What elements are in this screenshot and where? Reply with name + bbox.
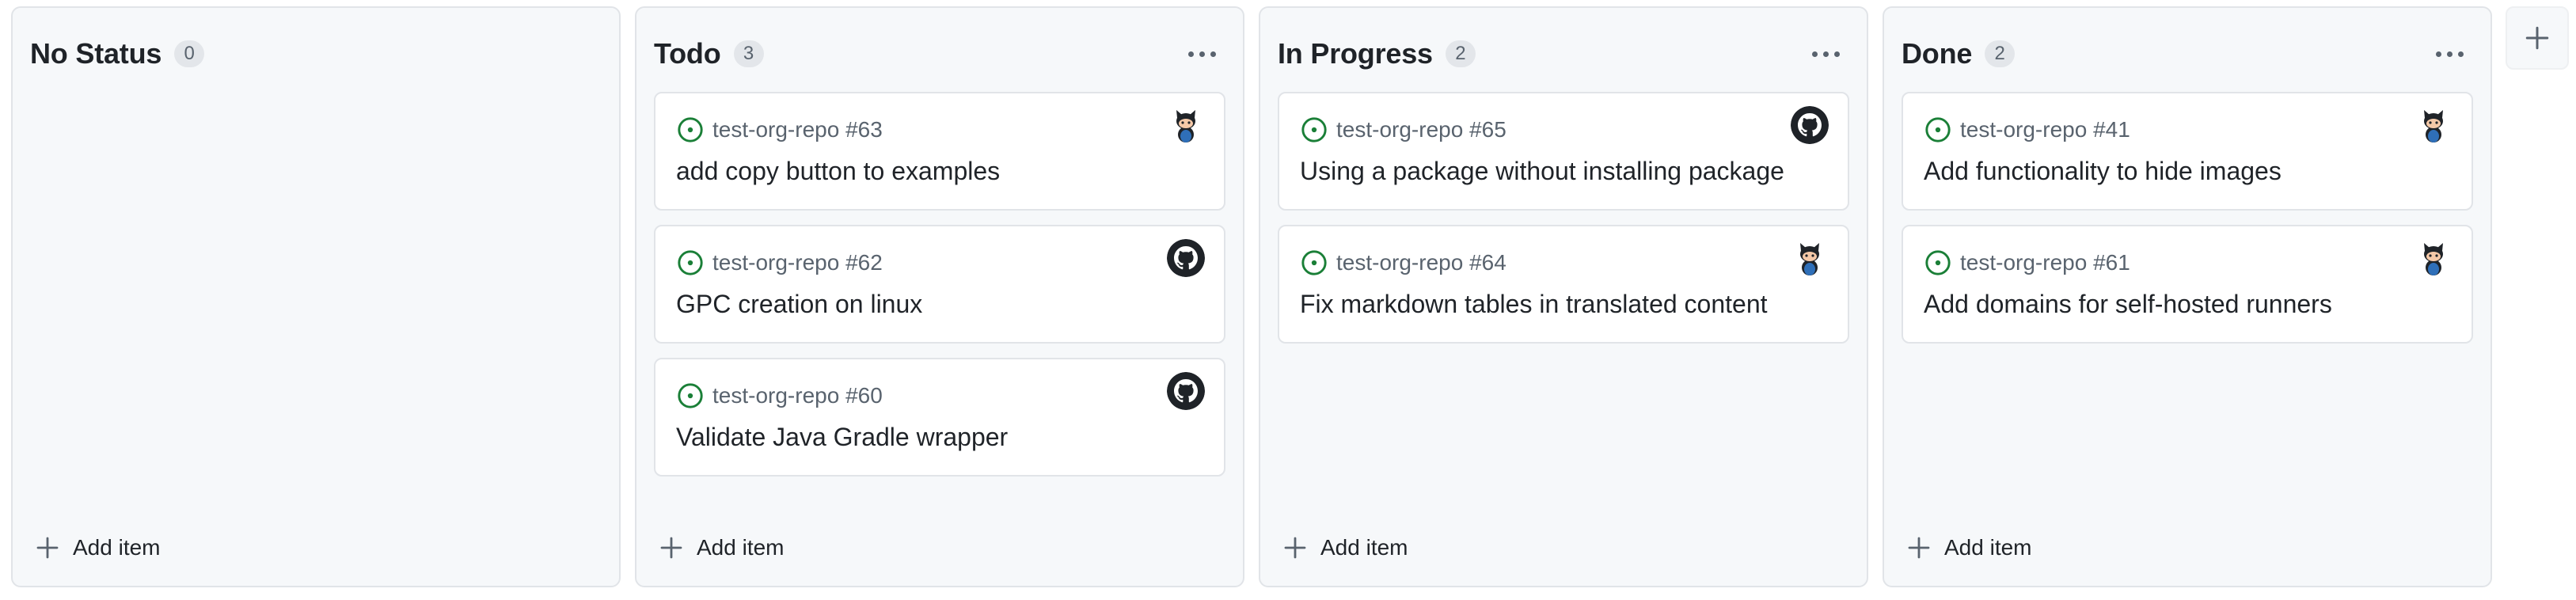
- octocat-avatar[interactable]: [2415, 239, 2453, 277]
- add-item-label: Add item: [1944, 535, 2032, 560]
- github-mark-avatar[interactable]: [1791, 106, 1829, 144]
- issue-card[interactable]: test-org-repo #60 Validate Java Gradle w…: [654, 358, 1225, 477]
- issue-title[interactable]: Add domains for self-hosted runners: [1924, 290, 2400, 319]
- issue-repo-ref[interactable]: test-org-repo #65: [1336, 117, 1506, 142]
- issue-opened-icon: [1301, 117, 1327, 142]
- column-menu-button[interactable]: [2426, 36, 2473, 71]
- add-item-button[interactable]: Add item: [27, 526, 169, 570]
- issue-repo-ref[interactable]: test-org-repo #60: [712, 383, 883, 408]
- issue-repo-ref[interactable]: test-org-repo #64: [1336, 250, 1506, 275]
- project-board: No Status 0 Add item Todo 3 test-org-rep…: [0, 0, 2576, 600]
- plus-icon: [1908, 537, 1930, 559]
- column-title: Todo: [654, 37, 721, 70]
- add-item-label: Add item: [73, 535, 161, 560]
- column-count-badge: 2: [1445, 40, 1476, 67]
- add-item-button[interactable]: Add item: [1275, 526, 1416, 570]
- octocat-avatar[interactable]: [1791, 239, 1829, 277]
- plus-icon: [1284, 537, 1306, 559]
- issue-title[interactable]: add copy button to examples: [676, 157, 1153, 186]
- github-mark-avatar[interactable]: [1167, 239, 1205, 277]
- column-title: No Status: [30, 37, 162, 70]
- issue-title[interactable]: Add functionality to hide images: [1924, 157, 2400, 186]
- issue-repo-ref[interactable]: test-org-repo #41: [1960, 117, 2130, 142]
- plus-icon: [36, 537, 59, 559]
- issue-opened-icon: [1925, 117, 1951, 142]
- add-item-label: Add item: [1320, 535, 1408, 560]
- plus-icon: [660, 537, 682, 559]
- add-item-button[interactable]: Add item: [1898, 526, 2040, 570]
- column-title: In Progress: [1278, 37, 1433, 70]
- column-header: Done 2: [1902, 30, 2473, 78]
- issue-card[interactable]: test-org-repo #62 GPC creation on linux: [654, 225, 1225, 344]
- issue-title[interactable]: GPC creation on linux: [676, 290, 1153, 319]
- issue-repo-ref[interactable]: test-org-repo #63: [712, 117, 883, 142]
- issue-repo-ref[interactable]: test-org-repo #62: [712, 250, 883, 275]
- column-count-badge: 0: [174, 40, 205, 67]
- issue-card[interactable]: test-org-repo #63 add copy button to exa…: [654, 92, 1225, 211]
- issue-opened-icon: [678, 117, 703, 142]
- issue-card[interactable]: test-org-repo #41 Add functionality to h…: [1902, 92, 2473, 211]
- issue-title[interactable]: Fix markdown tables in translated conten…: [1300, 290, 1776, 319]
- card-list: test-org-repo #41 Add functionality to h…: [1902, 92, 2473, 358]
- issue-opened-icon: [1301, 250, 1327, 275]
- issue-title[interactable]: Validate Java Gradle wrapper: [676, 423, 1153, 452]
- column-title: Done: [1902, 37, 1973, 70]
- github-mark-avatar[interactable]: [1167, 372, 1205, 410]
- plus-icon: [2525, 26, 2549, 50]
- issue-opened-icon: [678, 383, 703, 408]
- issue-card[interactable]: test-org-repo #64 Fix markdown tables in…: [1278, 225, 1849, 344]
- issue-opened-icon: [678, 250, 703, 275]
- column-done: Done 2 test-org-repo #41 Add functionali…: [1883, 6, 2492, 587]
- column-header: Todo 3: [654, 30, 1225, 78]
- column-count-badge: 2: [1985, 40, 2016, 67]
- issue-opened-icon: [1925, 250, 1951, 275]
- issue-card[interactable]: test-org-repo #61 Add domains for self-h…: [1902, 225, 2473, 344]
- issue-title[interactable]: Using a package without installing packa…: [1300, 157, 1784, 186]
- column-header: No Status 0: [30, 30, 602, 78]
- column-todo: Todo 3 test-org-repo #63 add copy button…: [635, 6, 1244, 587]
- add-column-button[interactable]: [2506, 6, 2569, 70]
- kebab-horizontal-icon: [2435, 51, 2441, 57]
- column-menu-button[interactable]: [1802, 36, 1849, 71]
- octocat-avatar[interactable]: [2415, 106, 2453, 144]
- kebab-horizontal-icon: [1187, 51, 1194, 57]
- card-list: test-org-repo #63 add copy button to exa…: [654, 92, 1225, 491]
- issue-repo-ref[interactable]: test-org-repo #61: [1960, 250, 2130, 275]
- column-menu-button[interactable]: [1178, 36, 1225, 71]
- add-item-button[interactable]: Add item: [651, 526, 792, 570]
- octocat-avatar[interactable]: [1167, 106, 1205, 144]
- add-item-label: Add item: [697, 535, 785, 560]
- column-in-progress: In Progress 2 test-org-repo #65 Using a …: [1259, 6, 1868, 587]
- card-list: test-org-repo #65 Using a package withou…: [1278, 92, 1849, 358]
- column-no-status: No Status 0 Add item: [11, 6, 621, 587]
- column-count-badge: 3: [733, 40, 764, 67]
- issue-card[interactable]: test-org-repo #65 Using a package withou…: [1278, 92, 1849, 211]
- column-header: In Progress 2: [1278, 30, 1849, 78]
- kebab-horizontal-icon: [1811, 51, 1818, 57]
